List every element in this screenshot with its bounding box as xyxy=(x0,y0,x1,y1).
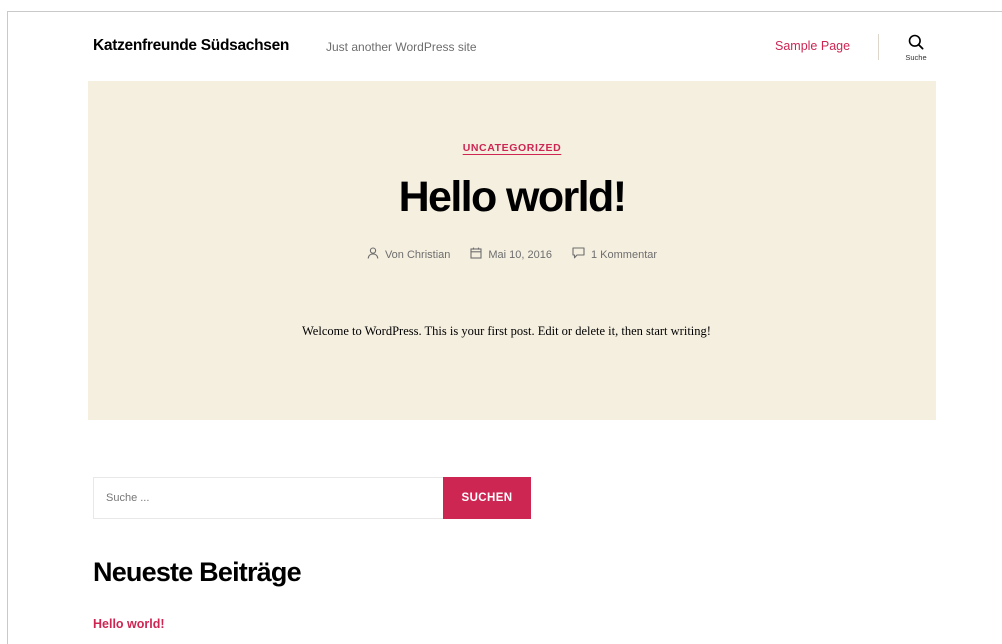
site-tagline: Just another WordPress site xyxy=(326,40,477,54)
comments-link[interactable]: 1 Kommentar xyxy=(591,249,657,261)
site-header: Katzenfreunde Südsachsen Just another Wo… xyxy=(8,12,1002,82)
site-title[interactable]: Katzenfreunde Südsachsen xyxy=(93,37,289,55)
post-title: Hello world! xyxy=(398,173,627,221)
post-excerpt: Welcome to WordPress. This is your first… xyxy=(302,324,711,338)
date-link[interactable]: Mai 10, 2016 xyxy=(488,249,552,261)
nav-link-sample-page[interactable]: Sample Page xyxy=(775,39,850,53)
recent-posts-title: Neueste Beiträge xyxy=(93,557,302,587)
nav-divider xyxy=(878,34,879,60)
category-link[interactable]: UNCATEGORIZED xyxy=(463,142,562,154)
post-date: Mai 10, 2016 xyxy=(470,247,552,262)
search-submit-button[interactable]: SUCHEN xyxy=(443,477,531,519)
post-meta: Von Christian Mai 10, 2016 1 Kommentar xyxy=(88,247,936,262)
user-icon xyxy=(367,247,379,262)
calendar-icon xyxy=(470,247,482,262)
search-input[interactable] xyxy=(93,477,443,519)
recent-posts-list: Hello world! xyxy=(93,615,165,633)
post-hero: UNCATEGORIZED Hello world! Von Christian xyxy=(88,81,936,420)
search-toggle-button[interactable]: Suche xyxy=(901,34,931,74)
comment-icon xyxy=(572,247,585,262)
post-categories: UNCATEGORIZED xyxy=(88,138,936,156)
search-icon xyxy=(901,34,931,50)
post-author: Von Christian xyxy=(367,247,450,262)
search-toggle-label: Suche xyxy=(905,53,927,62)
recent-post-link[interactable]: Hello world! xyxy=(93,617,165,631)
post-comments: 1 Kommentar xyxy=(572,247,657,262)
author-link[interactable]: Von Christian xyxy=(385,249,450,261)
browser-viewport: Katzenfreunde Südsachsen Just another Wo… xyxy=(7,11,1002,644)
list-item: Hello world! xyxy=(93,615,165,633)
search-form: SUCHEN xyxy=(93,477,531,519)
